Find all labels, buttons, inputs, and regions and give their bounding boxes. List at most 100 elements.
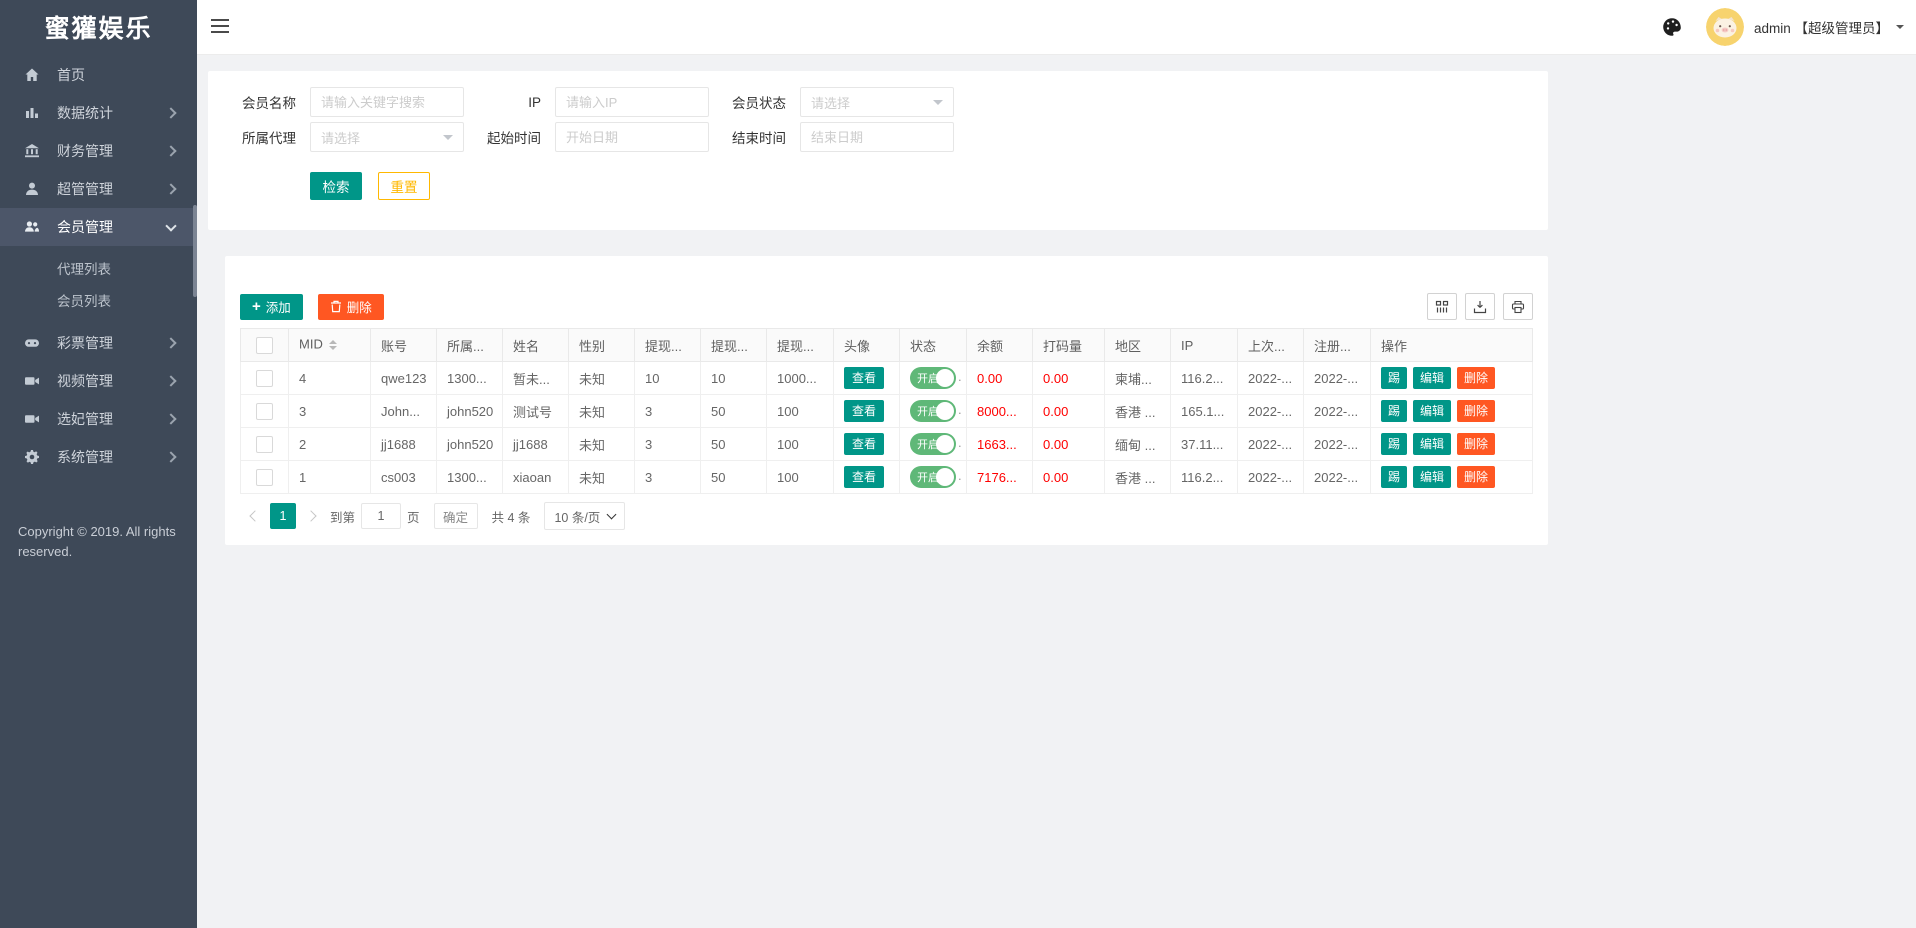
member-name-label: 会员名称 [242,96,296,111]
cell-avatar: 查看 [833,361,900,395]
sidebar-item-video[interactable]: 视频管理 [0,362,197,400]
sidebar-item-system[interactable]: 系统管理 [0,438,197,476]
user-menu[interactable]: admin 【超级管理员】 [1754,17,1904,37]
cell-avatar: 查看 [833,460,900,494]
kick-button[interactable]: 踢 [1381,466,1408,488]
reset-button[interactable]: 重置 [378,172,430,200]
home-icon [24,67,40,83]
row-checkbox[interactable] [256,369,273,387]
cell-mid: 3 [288,394,371,428]
cell-gender: 未知 [568,460,635,494]
agent-select[interactable]: 请选择 [310,122,464,152]
header-avatar: 头像 [833,328,900,362]
agent-label: 所属代理 [242,131,296,146]
status-toggle[interactable]: 开启 [910,400,956,422]
chevron-down-icon [165,219,177,232]
view-avatar-button[interactable]: 查看 [844,367,885,389]
page-size-select[interactable]: 10 条/页 [544,502,626,530]
sidebar-item-home[interactable]: 首页 [0,56,197,94]
cell-status: 开启. [899,361,967,395]
cell-withdraw-max: 10 [700,361,767,395]
header-coding: 打码量 [1032,328,1105,362]
row-checkbox[interactable] [256,468,273,486]
jump-prefix: 到第 [330,510,356,525]
columns-icon[interactable] [1427,293,1457,320]
select-all-checkbox[interactable] [256,336,273,354]
add-button[interactable]: + 添加 [240,293,303,320]
kick-button[interactable]: 踢 [1381,433,1408,455]
row-delete-button[interactable]: 删除 [1457,466,1496,488]
sidebar-item-label: 视频管理 [57,373,113,389]
member-name-input[interactable] [310,87,464,117]
user-label: admin 【超级管理员】 [1753,21,1889,36]
next-page-button[interactable] [298,503,324,529]
edit-button[interactable]: 编辑 [1413,466,1452,488]
sidebar-item-label: 系统管理 [57,449,113,465]
cell-balance: 8000... [966,394,1033,428]
row-delete-button[interactable]: 删除 [1457,433,1496,455]
edit-button[interactable]: 编辑 [1413,367,1452,389]
status-toggle[interactable]: 开启 [910,433,956,455]
sidebar-item-statistics[interactable]: 数据统计 [0,94,197,132]
chevron-down-icon [443,134,453,145]
status-toggle[interactable]: 开启 [910,466,956,488]
sidebar-item-lottery[interactable]: 彩票管理 [0,324,197,362]
gamepad-icon [24,335,40,351]
view-avatar-button[interactable]: 查看 [844,400,885,422]
start-date-input[interactable] [555,122,709,152]
user-avatar[interactable] [1705,8,1744,46]
prev-page-button[interactable] [242,503,268,529]
sidebar-subitem-member-list[interactable]: 会员列表 [0,284,197,316]
status-trail: . [958,468,962,484]
row-delete-button[interactable]: 删除 [1457,367,1496,389]
current-page[interactable]: 1 [270,503,296,529]
toggle-knob [936,402,954,420]
palette-icon[interactable] [1662,17,1682,37]
header-withdraw-limit: 提现... [766,328,834,362]
search-button[interactable]: 检索 [310,172,362,200]
page-size-label: 10 条/页 [554,510,601,525]
delete-button[interactable]: 删除 [317,293,384,320]
cell-coding: 0.00 [1032,427,1105,461]
cell-agent: john520 [436,394,503,428]
status-toggle[interactable]: 开启 [910,367,956,389]
member-status-select[interactable]: 请选择 [800,87,954,117]
cell-mid: 1 [288,460,371,494]
row-checkbox[interactable] [256,435,273,453]
sidebar-subitem-label: 代理列表 [57,262,111,277]
page-jump-input[interactable] [361,503,402,529]
copyright-line2: reserved. [18,544,73,559]
sort-icon[interactable] [328,336,337,354]
sidebar-item-superadmin[interactable]: 超管管理 [0,170,197,208]
export-icon[interactable] [1465,293,1495,320]
header-agent: 所属... [436,328,503,362]
view-avatar-button[interactable]: 查看 [844,466,885,488]
sidebar-scrollbar[interactable] [193,205,197,297]
cell-withdraw-limit: 100 [766,394,834,428]
copyright-line1: Copyright © 2019. All rights [18,524,176,539]
confirm-button[interactable]: 确定 [433,503,478,529]
print-icon[interactable] [1503,293,1533,320]
cell-withdraw-max: 50 [700,394,767,428]
sidebar-item-xuanfei[interactable]: 选妃管理 [0,400,197,438]
row-checkbox[interactable] [256,402,273,420]
add-button-label: 添加 [265,301,291,315]
edit-button[interactable]: 编辑 [1413,400,1452,422]
cell-gender: 未知 [568,394,635,428]
kick-button[interactable]: 踢 [1381,367,1408,389]
total-count: 共 4 条 [491,510,531,525]
edit-button[interactable]: 编辑 [1413,433,1452,455]
toggle-knob [936,369,954,387]
hamburger-icon[interactable] [211,19,229,33]
row-delete-button[interactable]: 删除 [1457,400,1496,422]
sidebar-subitem-agent-list[interactable]: 代理列表 [0,252,197,284]
view-avatar-button[interactable]: 查看 [844,433,885,455]
cell-status: 开启. [899,460,967,494]
sidebar-item-finance[interactable]: 财务管理 [0,132,197,170]
kick-button[interactable]: 踢 [1381,400,1408,422]
cell-name: xiaoan [502,460,569,494]
sidebar-item-members[interactable]: 会员管理 [0,208,197,246]
ip-input[interactable] [555,87,709,117]
end-date-input[interactable] [800,122,954,152]
cell-status: 开启. [899,427,967,461]
